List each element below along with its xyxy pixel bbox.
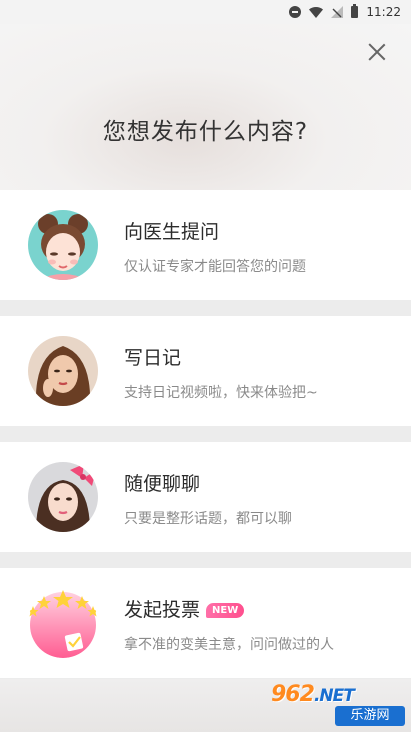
battery-icon (351, 4, 359, 18)
option-title-text: 发起投票 (124, 599, 201, 621)
poll-star-icon (28, 588, 98, 658)
status-bar: 11:22 (0, 0, 411, 24)
watermark-logo: 962.NET (271, 682, 355, 707)
footer-area: 962.NET 乐游网 (0, 679, 411, 732)
do-not-disturb-icon (289, 6, 302, 18)
option-start-poll[interactable]: 发起投票 NEW 拿不准的变美主意，问问做过的人 (0, 568, 411, 678)
option-subtitle: 拿不准的变美主意，问问做过的人 (124, 637, 334, 653)
watermark: 962.NET 乐游网 (271, 682, 405, 728)
option-subtitle: 支持日记视频啦，快来体验把~ (124, 385, 318, 401)
option-title: 发起投票 NEW (124, 595, 245, 622)
option-title: 写日记 (124, 347, 182, 369)
option-subtitle: 仅认证专家才能回答您的问题 (124, 259, 306, 275)
avatar-girl-buns (28, 210, 98, 280)
option-casual-chat[interactable]: 随便聊聊 只要是整形话题，都可以聊 (0, 442, 411, 552)
watermark-site: 乐游网 (335, 706, 405, 726)
wifi-icon (309, 6, 324, 18)
close-icon[interactable] (365, 40, 389, 64)
header: 您想发布什么内容? (0, 24, 411, 190)
avatar-girl-bow (28, 462, 98, 532)
avatar-woman-portrait (28, 336, 98, 406)
option-write-diary[interactable]: 写日记 支持日记视频啦，快来体验把~ (0, 316, 411, 426)
option-ask-doctor[interactable]: 向医生提问 仅认证专家才能回答您的问题 (0, 190, 411, 300)
page-title: 您想发布什么内容? (102, 119, 309, 145)
signal-icon (331, 6, 344, 18)
option-title: 随便聊聊 (124, 473, 201, 495)
option-title: 向医生提问 (124, 221, 220, 243)
new-badge: NEW (206, 603, 245, 618)
status-time: 11:22 (366, 5, 401, 19)
option-subtitle: 只要是整形话题，都可以聊 (124, 511, 292, 527)
